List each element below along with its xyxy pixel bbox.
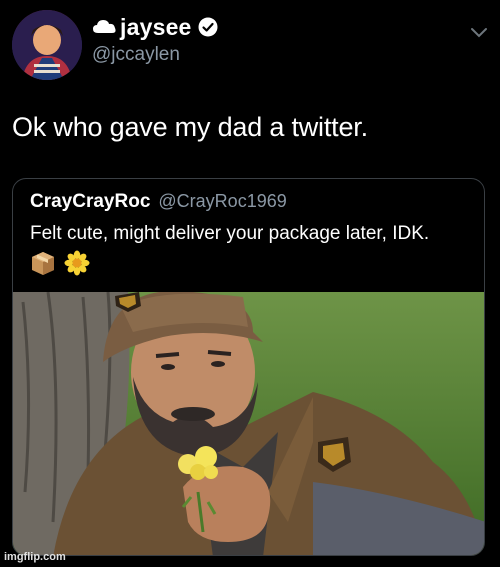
avatar[interactable]: [12, 10, 82, 80]
blossom-emoji: [64, 250, 90, 276]
quoted-tweet-text: Felt cute, might deliver your package la…: [30, 223, 430, 244]
cloud-icon: [93, 20, 116, 33]
handle[interactable]: @jccaylen: [92, 44, 218, 66]
emoji-row: [30, 250, 90, 276]
tweet-header: jaysee @jccaylen: [12, 10, 488, 80]
photo-illustration: [13, 292, 484, 555]
quoted-display-name: CrayCrayRoc: [30, 191, 151, 212]
avatar-image: [12, 10, 82, 80]
quoted-tweet-header: CrayCrayRoc @CrayRoc1969: [30, 191, 287, 213]
verified-badge-icon: [198, 17, 218, 37]
chevron-down-icon[interactable]: [470, 26, 488, 38]
imgflip-watermark: imgflip.com: [4, 551, 66, 563]
quoted-handle: @CrayRoc1969: [158, 191, 287, 211]
display-name-row: jaysee: [92, 12, 218, 42]
package-emoji: [32, 252, 54, 275]
tweet-text: Ok who gave my dad a twitter.: [12, 112, 368, 142]
tweet-photo[interactable]: [13, 292, 484, 555]
display-name[interactable]: jaysee: [120, 14, 192, 41]
quoted-tweet[interactable]: CrayCrayRoc @CrayRoc1969 Felt cute, migh…: [12, 178, 485, 556]
author-names: jaysee @jccaylen: [92, 12, 218, 66]
